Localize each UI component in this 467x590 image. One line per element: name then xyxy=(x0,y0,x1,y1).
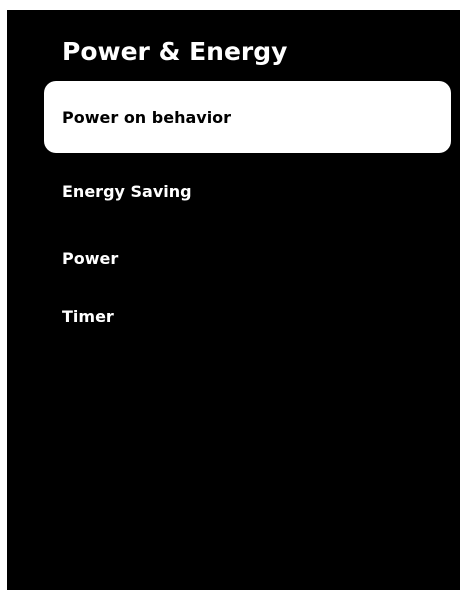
menu-item-label: Energy Saving xyxy=(62,181,192,201)
tv-settings-screen: Power & Energy Power on behavior Energy … xyxy=(7,10,460,590)
menu-item-energy-saving[interactable]: Energy Saving xyxy=(44,155,451,227)
menu-item-timer[interactable]: Timer xyxy=(44,280,451,352)
menu-item-label: Power on behavior xyxy=(62,107,232,127)
menu-item-power-on-behavior[interactable]: Power on behavior xyxy=(44,81,451,153)
settings-menu: Power on behavior Energy Saving Power Ti… xyxy=(7,10,460,590)
menu-item-label: Power xyxy=(62,248,119,268)
menu-item-label: Timer xyxy=(62,306,114,326)
